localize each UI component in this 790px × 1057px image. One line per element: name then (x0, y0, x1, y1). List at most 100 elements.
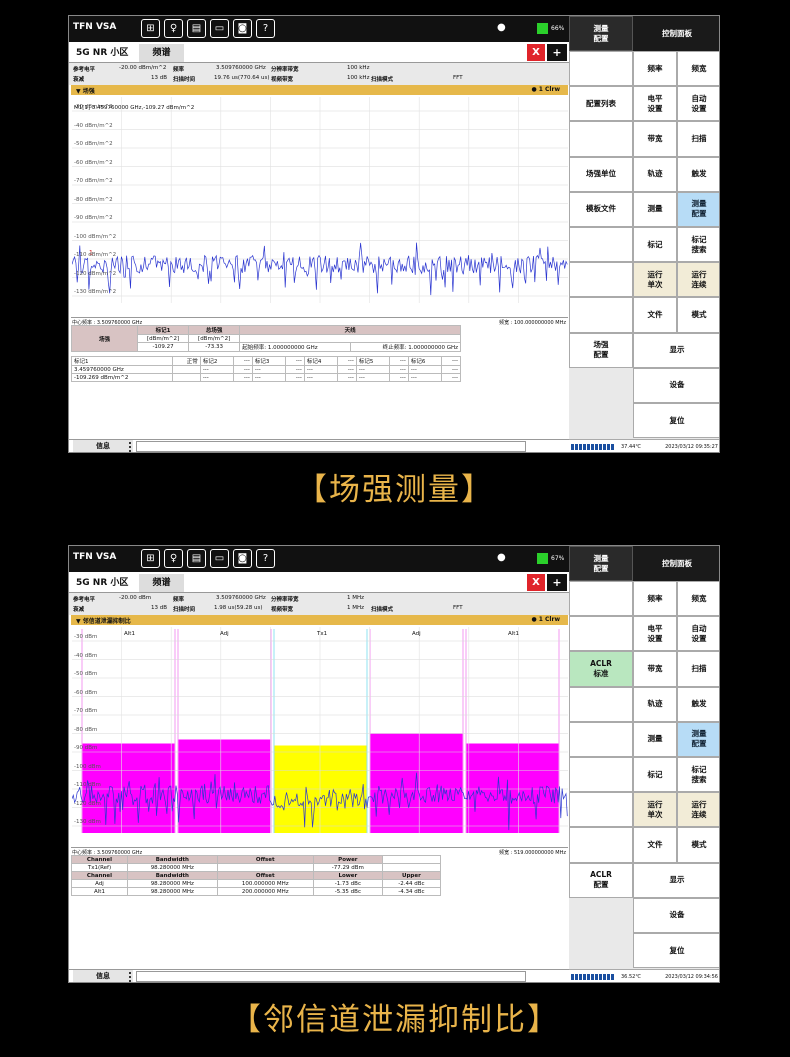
softkey-4-b[interactable]: 触发 (677, 686, 719, 722)
softkey-5-a[interactable]: 测量 (633, 191, 677, 227)
add-tab-button[interactable]: + (547, 44, 567, 61)
softkey-2-b[interactable]: 自动 设置 (677, 86, 719, 122)
help-icon[interactable]: ? (256, 19, 275, 38)
title-bar: TFN VSA ⊞ ♀ ▤ ▭ ◙? ● 67% (69, 546, 569, 572)
softkey-4-b[interactable]: 触发 (677, 156, 719, 192)
left-softkey-8[interactable] (569, 827, 633, 863)
softkey-4-a[interactable]: 轨迹 (633, 156, 677, 192)
device-button[interactable]: 设备 (633, 367, 719, 403)
softkey-6-a[interactable]: 标记 (633, 227, 677, 263)
reset-button[interactable]: 复位 (633, 933, 719, 969)
softkey-3-b[interactable]: 扫描 (677, 121, 719, 157)
softkey-1-a[interactable]: 频率 (633, 51, 677, 87)
left-softkey-2[interactable] (569, 616, 633, 652)
param-label: 分辨率带宽 (271, 67, 299, 73)
left-softkey-1[interactable] (569, 51, 633, 87)
control-panel-tab[interactable]: 控制面板 (633, 16, 719, 51)
left-softkey-8[interactable] (569, 297, 633, 333)
trace-mode[interactable]: ● 1 Clrw (531, 616, 560, 623)
softkey-1-b[interactable]: 频宽 (677, 51, 719, 87)
add-tab-button[interactable]: + (547, 574, 567, 591)
close-tab-button[interactable]: X (527, 574, 545, 591)
softkey-7-a[interactable]: 运行 单次 (633, 792, 677, 828)
y-axis-label: -40 dBm/m^2 (74, 122, 113, 129)
left-softkey-7[interactable] (569, 792, 633, 828)
softkey-3-a[interactable]: 带宽 (633, 651, 677, 687)
softkey-5-b[interactable]: 测量 配置 (677, 191, 719, 227)
tab-5g-nr-cell[interactable]: 5G NR 小区 (72, 575, 138, 591)
aclr-ref-cell: 98.280000 MHz (126, 863, 218, 872)
device-button[interactable]: 设备 (633, 897, 719, 933)
close-tab-button[interactable]: X (527, 44, 545, 61)
left-softkey-5[interactable] (569, 721, 633, 757)
softkey-3-b[interactable]: 扫描 (677, 651, 719, 687)
windows-icon[interactable]: ⊞ (141, 549, 160, 568)
softkey-8-b[interactable]: 模式 (677, 297, 719, 333)
softkey-7-b[interactable]: 运行 连续 (677, 792, 719, 828)
left-softkey-9[interactable]: ACLR 配置 (569, 862, 633, 898)
left-softkey-4[interactable]: 场强单位 (569, 156, 633, 192)
softkey-1-b[interactable]: 频宽 (677, 581, 719, 617)
tab-spectrum[interactable]: 频谱 (139, 574, 184, 592)
folder-icon[interactable]: ▤ (187, 549, 206, 568)
reset-button[interactable]: 复位 (633, 403, 719, 439)
softkey-2-a[interactable]: 电平 设置 (633, 616, 677, 652)
camera-icon[interactable]: ◙ (233, 549, 252, 568)
softkey-5-a[interactable]: 测量 (633, 721, 677, 757)
measure-config-tab[interactable]: 测量 配置 (569, 16, 633, 51)
help-icon[interactable]: ? (256, 549, 275, 568)
trace-mode[interactable]: ● 1 Clrw (531, 86, 560, 93)
aclr-cell: -2.44 dBc (381, 879, 442, 888)
bulb-icon[interactable]: ♀ (164, 549, 183, 568)
drag-handle[interactable] (129, 972, 135, 982)
softkey-6-b[interactable]: 标记 搜索 (677, 757, 719, 793)
left-softkey-3[interactable] (569, 121, 633, 157)
left-softkey-1[interactable] (569, 581, 633, 617)
softkey-6-a[interactable]: 标记 (633, 757, 677, 793)
folder-icon[interactable]: ▤ (187, 19, 206, 38)
control-panel-tab[interactable]: 控制面板 (633, 546, 719, 581)
status-bar: 37.44℃ 2023/03/12 09:35:27 (569, 439, 719, 452)
spectrum-plot[interactable]: -30 dBm -40 dBm -50 dBm -60 dBm -70 dBm -80 d… (72, 627, 568, 847)
display-button[interactable]: 显示 (633, 862, 719, 898)
softkey-3-a[interactable]: 带宽 (633, 121, 677, 157)
left-softkey-4[interactable] (569, 686, 633, 722)
aclr-result-table: Channel Bandwidth Offset Power Tx1(Ref) 98.28… (71, 855, 442, 896)
softkey-8-a[interactable]: 文件 (633, 827, 677, 863)
display-button[interactable]: 显示 (633, 332, 719, 368)
softkey-2-a[interactable]: 电平 设置 (633, 86, 677, 122)
save-icon[interactable]: ▭ (210, 19, 229, 38)
left-softkey-5[interactable]: 模板文件 (569, 191, 633, 227)
softkey-4-a[interactable]: 轨迹 (633, 686, 677, 722)
save-icon[interactable]: ▭ (210, 549, 229, 568)
windows-icon[interactable]: ⊞ (141, 19, 160, 38)
camera-icon[interactable]: ◙ (233, 19, 252, 38)
bulb-icon[interactable]: ♀ (164, 19, 183, 38)
y-axis-label: -50 dBm/m^2 (74, 141, 113, 147)
aclr-header: Channel (71, 871, 128, 880)
drag-handle[interactable] (129, 442, 135, 452)
softkey-8-a[interactable]: 文件 (633, 297, 677, 333)
left-softkey-2[interactable]: 配置列表 (569, 86, 633, 122)
softkey-2-b[interactable]: 自动 设置 (677, 616, 719, 652)
left-softkey-3[interactable]: ACLR 标准 (569, 651, 633, 687)
tab-spectrum[interactable]: 频谱 (139, 44, 184, 62)
measure-config-tab[interactable]: 测量 配置 (569, 546, 633, 581)
left-softkey-6[interactable] (569, 227, 633, 263)
datetime: 2023/03/12 09:34:56 (665, 974, 718, 980)
info-label[interactable]: 信息 (73, 970, 133, 982)
softkey-7-b[interactable]: 运行 连续 (677, 262, 719, 298)
softkey-6-b[interactable]: 标记 搜索 (677, 227, 719, 263)
tab-5g-nr-cell[interactable]: 5G NR 小区 (72, 45, 138, 61)
info-label[interactable]: 信息 (73, 440, 133, 452)
battery-level: 66% (551, 25, 565, 32)
softkey-1-a[interactable]: 频率 (633, 581, 677, 617)
aclr-ref-cell: Tx1(Ref) (71, 863, 128, 872)
spectrum-plot[interactable]: 1 -30 dBm/m^2 -40 dBm/m^2 -50 dBm/m^2 -60 dB… (72, 97, 568, 317)
left-softkey-9[interactable]: 场强 配置 (569, 332, 633, 368)
softkey-5-b[interactable]: 测量 配置 (677, 721, 719, 757)
left-softkey-6[interactable] (569, 757, 633, 793)
softkey-8-b[interactable]: 模式 (677, 827, 719, 863)
softkey-7-a[interactable]: 运行 单次 (633, 262, 677, 298)
left-softkey-7[interactable] (569, 262, 633, 298)
